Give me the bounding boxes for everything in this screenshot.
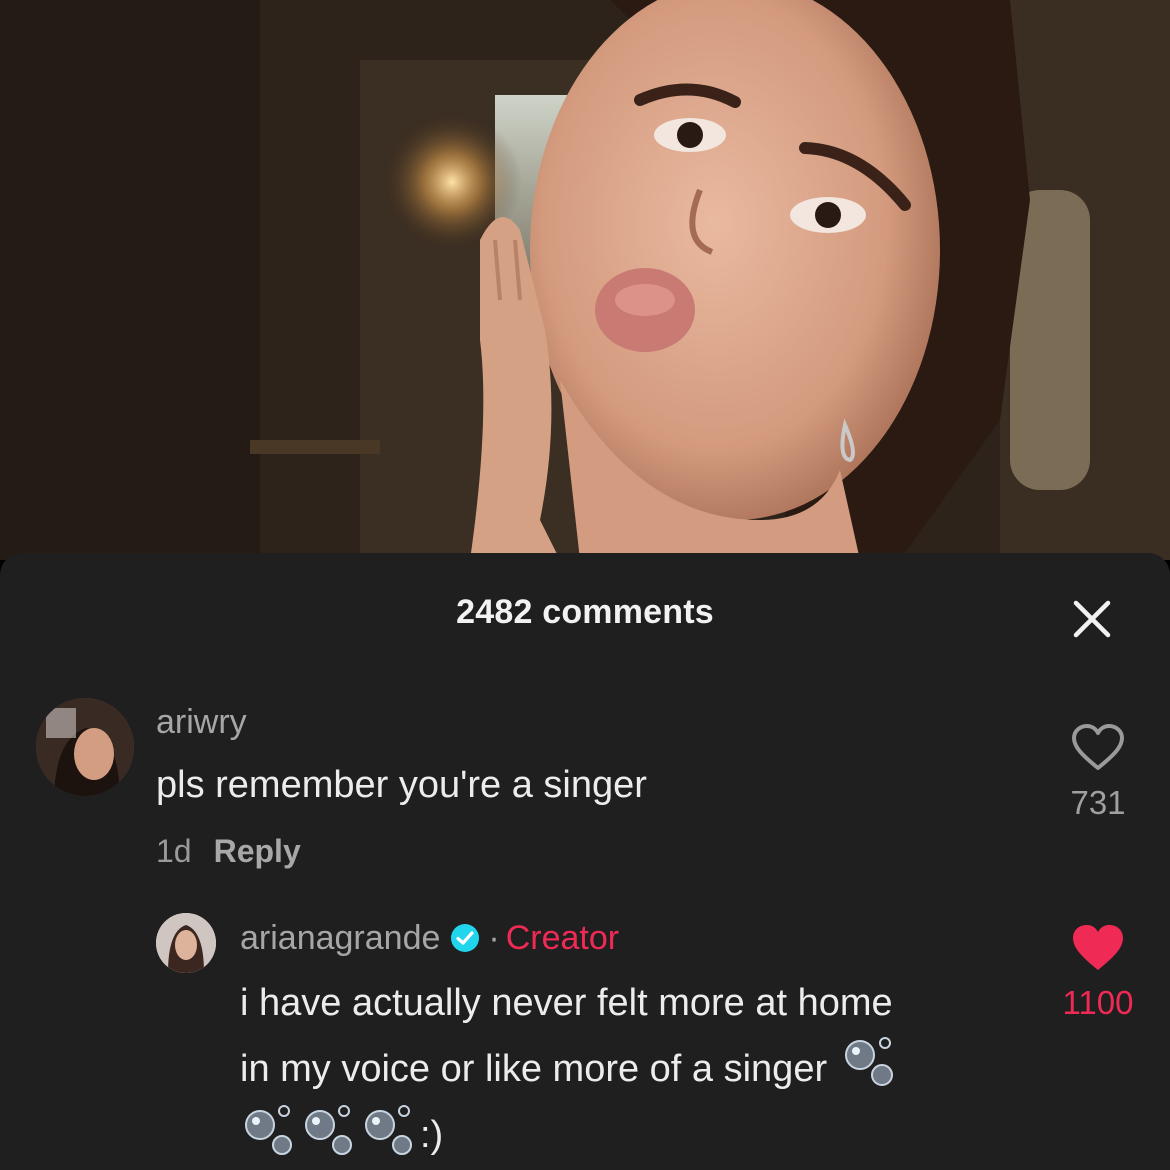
heart-filled-icon [1073, 925, 1123, 970]
reply-text-line-2: in my voice or like more of a singer [240, 1035, 1040, 1101]
comments-sheet: 2482 comments ariwry pls remember you're… [0, 553, 1170, 1170]
heart-outline-icon [1072, 724, 1124, 770]
bubbles-emoji [245, 1105, 292, 1155]
reply-text: i have actually never felt more at home … [240, 971, 1040, 1167]
separator-dot: · [488, 919, 500, 957]
comment-text: pls remember you're a singer [156, 764, 647, 806]
verified-badge-icon [451, 924, 480, 952]
close-button[interactable] [1064, 591, 1120, 647]
creator-badge: Creator [505, 919, 620, 957]
reply-like-button[interactable]: 1100 [1048, 923, 1148, 1022]
reply-username[interactable]: arianagrande [240, 919, 440, 957]
bubbles-emoji [305, 1105, 352, 1155]
reply-avatar[interactable] [156, 913, 216, 973]
reply-button[interactable]: Reply [214, 833, 301, 869]
comment-like-button[interactable]: 731 [1048, 723, 1148, 822]
comment-username[interactable]: ariwry [156, 703, 247, 742]
comment-timestamp: 1d [156, 833, 192, 869]
bubbles-emoji [844, 1037, 893, 1086]
bubbles-emoji [365, 1105, 412, 1155]
video-frame [0, 0, 1170, 560]
comments-count-title: 2482 comments [456, 593, 714, 631]
reply-username-row: arianagrande · Creator [240, 919, 619, 958]
comment-meta: 1d Reply [156, 833, 301, 870]
close-icon [1073, 600, 1111, 638]
reply-like-count: 1100 [1062, 984, 1134, 1021]
video-player[interactable] [0, 0, 1170, 560]
like-count: 731 [1070, 784, 1126, 821]
avatar[interactable] [36, 698, 134, 796]
reply-text-line-3: :) [240, 1101, 1040, 1167]
reply-text-line: i have actually never felt more at home [240, 982, 893, 1024]
